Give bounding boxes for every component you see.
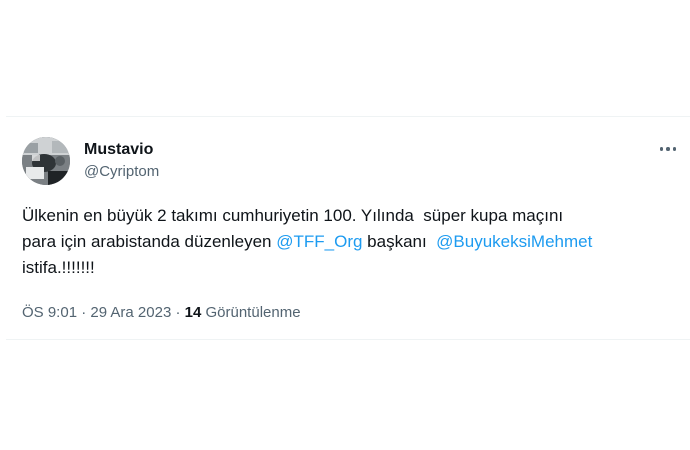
mention-link-buyukeksi[interactable]: @BuyukeksiMehmet: [436, 232, 592, 251]
more-options-button[interactable]: [654, 139, 682, 159]
tweet-text-line2-middle: başkanı: [362, 232, 437, 251]
tweet-time[interactable]: ÖS 9:01: [22, 304, 77, 321]
display-name[interactable]: Mustavio: [84, 140, 159, 160]
mention-link-tff[interactable]: @TFF_Org: [276, 232, 362, 251]
tweet-text-line1: Ülkenin en büyük 2 takımı cumhuriyetin 1…: [22, 206, 564, 225]
ellipsis-icon: [666, 147, 670, 151]
views-count[interactable]: 14: [185, 304, 202, 321]
profile-photo-icon: [22, 137, 70, 185]
page: Mustavio @Cyriptom Ülkenin en büyük 2 ta…: [0, 0, 690, 450]
tweet-card[interactable]: Mustavio @Cyriptom Ülkenin en büyük 2 ta…: [6, 116, 690, 340]
tweet-text-line2-start: para için arabistanda düzenleyen: [22, 232, 277, 251]
views-label[interactable]: Görüntülenme: [201, 304, 300, 321]
user-block: Mustavio @Cyriptom: [84, 140, 159, 182]
meta-separator: ·: [77, 304, 91, 321]
ellipsis-icon: [659, 147, 664, 151]
meta-separator: ·: [171, 304, 185, 321]
tweet-meta: ÖS 9:01 · 29 Ara 2023 · 14 Görüntülenme: [22, 303, 301, 323]
ellipsis-icon: [672, 147, 677, 151]
tweet-text-line3: istifa.!!!!!!!: [22, 258, 95, 277]
avatar[interactable]: [22, 137, 70, 185]
tweet-date[interactable]: 29 Ara 2023: [90, 304, 171, 321]
user-handle[interactable]: @Cyriptom: [84, 162, 159, 182]
tweet-text: Ülkenin en büyük 2 takımı cumhuriyetin 1…: [22, 203, 686, 281]
